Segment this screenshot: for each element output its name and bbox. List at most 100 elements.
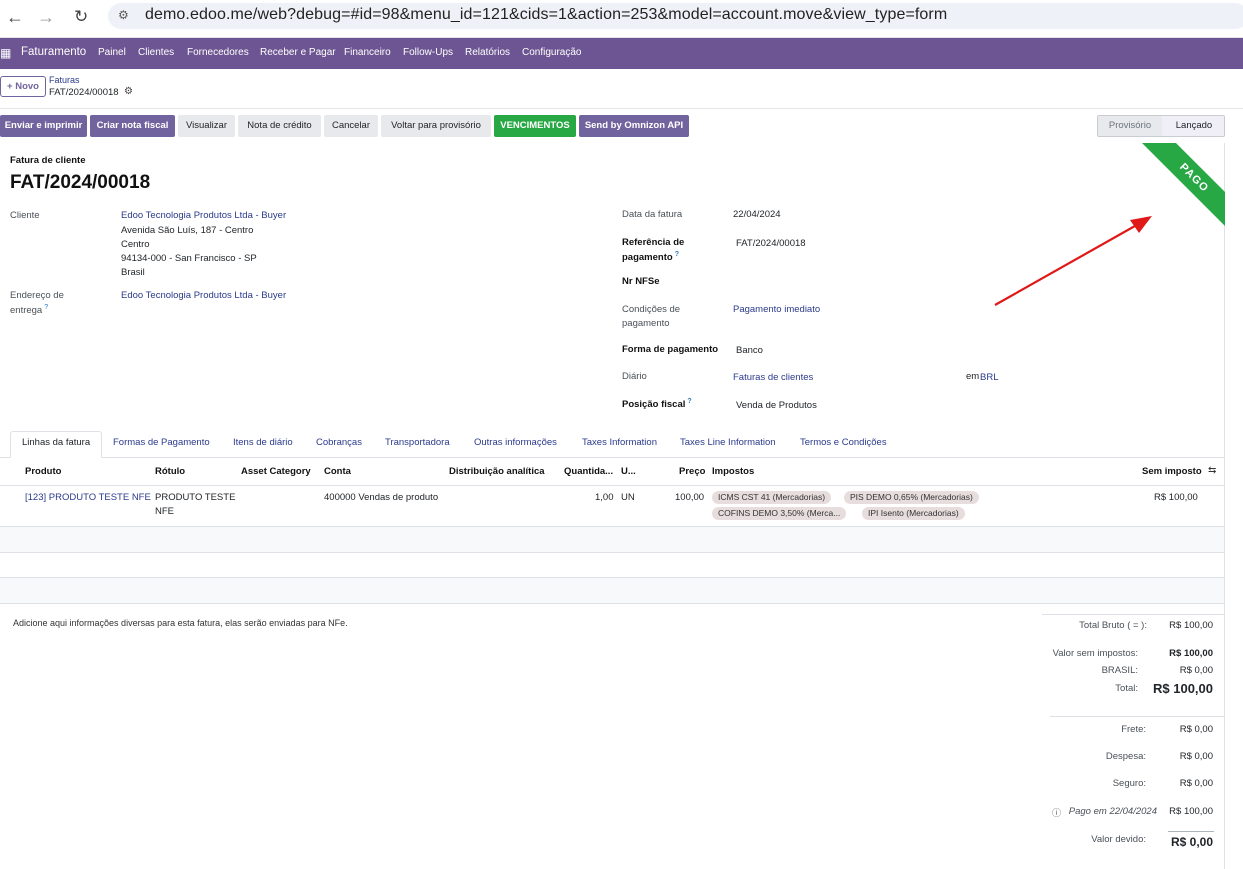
create-nf-button[interactable]: Criar nota fiscal — [90, 115, 175, 137]
address-line: Centro — [121, 239, 150, 250]
nfse-label: Nr NFSe — [622, 276, 660, 287]
col-analytic[interactable]: Distribuição analítica — [449, 466, 545, 477]
row-divider — [0, 603, 1224, 604]
col-taxes[interactable]: Impostos — [712, 466, 754, 477]
insurance-value: R$ 0,00 — [1179, 778, 1213, 789]
payment-terms-field[interactable]: Pagamento imediato — [733, 304, 820, 315]
gross-value: R$ 100,00 — [1169, 620, 1213, 631]
menu-clientes[interactable]: Clientes — [138, 47, 174, 58]
invoice-type-label: Fatura de cliente — [10, 155, 86, 166]
payment-terms-label: Condições de — [622, 304, 681, 315]
site-info-icon[interactable]: ⚙ — [118, 8, 129, 22]
due-dates-button[interactable]: VENCIMENTOS — [494, 115, 576, 137]
total-label: Total: — [1115, 683, 1138, 694]
menu-configuracao[interactable]: Configuração — [522, 47, 581, 58]
currency-field[interactable]: BRL — [980, 372, 998, 383]
omnizon-button[interactable]: Send by Omnizon API — [579, 115, 689, 137]
total-value: R$ 100,00 — [1153, 681, 1213, 696]
info-icon[interactable]: ⓘ — [1052, 806, 1061, 819]
gross-label: Total Bruto ( = ): — [1079, 620, 1147, 631]
col-label[interactable]: Rótulo — [155, 466, 185, 477]
row-subtotal: R$ 100,00 — [1154, 492, 1198, 503]
invoice-date-label: Data da fatura — [622, 209, 683, 220]
customer-field[interactable]: Edoo Tecnologia Produtos Ltda - Buyer — [121, 210, 286, 221]
expense-label: Despesa: — [1105, 751, 1146, 762]
row-product[interactable]: [123] PRODUTO TESTE NFE — [25, 492, 151, 503]
payment-ref-field[interactable]: FAT/2024/00018 — [736, 238, 806, 249]
brasil-label: BRASIL: — [1101, 665, 1138, 676]
help-icon[interactable]: ? — [675, 251, 679, 258]
help-icon[interactable]: ? — [44, 304, 48, 311]
tax-tag[interactable]: IPI Isento (Mercadorias) — [862, 507, 965, 520]
tab-termos-condicoes[interactable]: Termos e Condições — [800, 437, 887, 448]
row-label[interactable]: PRODUTO TESTE — [155, 492, 235, 503]
row-label[interactable]: NFE — [155, 506, 174, 517]
help-icon[interactable]: ? — [687, 398, 691, 405]
row-price[interactable]: 100,00 — [675, 492, 704, 503]
tab-outras-informacoes[interactable]: Outras informações — [474, 437, 557, 448]
menu-financeiro[interactable]: Financeiro — [344, 47, 391, 58]
url-text[interactable]: demo.edoo.me/web?debug=#id=98&menu_id=12… — [145, 6, 947, 24]
col-account[interactable]: Conta — [324, 466, 351, 477]
tab-transportadora[interactable]: Transportadora — [385, 437, 450, 448]
tab-taxes-information[interactable]: Taxes Information — [582, 437, 657, 448]
paid-value: R$ 100,00 — [1169, 806, 1213, 817]
app-brand[interactable]: Faturamento — [21, 46, 86, 58]
totals-divider — [1050, 716, 1224, 717]
menu-receber-pagar[interactable]: Receber e Pagar — [260, 47, 336, 58]
arrow-right-icon[interactable]: → — [37, 7, 55, 28]
invoice-date-field[interactable]: 22/04/2024 — [733, 209, 781, 220]
payment-method-label: Forma de pagamento — [622, 344, 719, 355]
col-quantity[interactable]: Quantida... — [564, 466, 613, 477]
reset-draft-button[interactable]: Voltar para provisório — [381, 115, 491, 137]
gear-icon[interactable]: ⚙ — [124, 86, 133, 97]
menu-fornecedores[interactable]: Fornecedores — [187, 47, 249, 58]
apps-menu-icon[interactable]: ▦ — [0, 46, 11, 60]
arrow-left-icon[interactable]: ← — [6, 7, 24, 28]
tab-cobrancas[interactable]: Cobranças — [316, 437, 362, 448]
col-price[interactable]: Preço — [679, 466, 705, 477]
cancel-button[interactable]: Cancelar — [324, 115, 378, 137]
tax-tag[interactable]: PIS DEMO 0,65% (Mercadorias) — [844, 491, 979, 504]
delivery-address-field[interactable]: Edoo Tecnologia Produtos Ltda - Buyer — [121, 290, 286, 301]
credit-note-button[interactable]: Nota de crédito — [238, 115, 321, 137]
freight-value: R$ 0,00 — [1179, 724, 1213, 735]
breadcrumb-current: FAT/2024/00018 — [49, 87, 119, 98]
tab-linhas-fatura[interactable]: Linhas da fatura — [22, 437, 90, 448]
journal-field[interactable]: Faturas de clientes — [733, 372, 813, 383]
tax-tag[interactable]: COFINS DEMO 3,50% (Merca... — [712, 507, 847, 520]
amount-due-value: R$ 0,00 — [1170, 835, 1213, 849]
send-print-button[interactable]: Enviar e imprimir — [0, 115, 87, 137]
browser-toolbar: ← → ↻ ⚙ demo.edoo.me/web?debug=#id=98&me… — [0, 0, 1243, 38]
payment-method-field[interactable]: Banco — [736, 345, 763, 356]
column-settings-icon[interactable]: ⇆ — [1208, 465, 1216, 476]
row-uom[interactable]: UN — [621, 492, 635, 503]
tax-tag[interactable]: ICMS CST 41 (Mercadorias) — [712, 491, 832, 504]
row-account[interactable]: 400000 Vendas de produto — [324, 492, 438, 503]
address-line: 94134-000 - San Francisco - SP — [121, 253, 257, 264]
row-quantity[interactable]: 1,00 — [595, 492, 614, 503]
col-uom[interactable]: U... — [621, 466, 636, 477]
tab-formas-pagamento[interactable]: Formas de Pagamento — [113, 437, 210, 448]
currency-prefix: em — [966, 371, 980, 382]
tab-taxes-line-information[interactable]: Taxes Line Information — [680, 437, 776, 448]
status-posted[interactable]: Lançado — [1162, 116, 1224, 136]
menu-relatorios[interactable]: Relatórios — [465, 47, 510, 58]
col-product[interactable]: Produto — [25, 466, 61, 477]
new-button[interactable]: + Novo — [0, 76, 46, 97]
totals-divider — [1042, 614, 1224, 615]
status-draft[interactable]: Provisório — [1098, 116, 1162, 136]
col-asset-category[interactable]: Asset Category — [241, 466, 311, 477]
menu-painel[interactable]: Painel — [98, 47, 126, 58]
payment-terms-label: pagamento — [622, 318, 670, 329]
breadcrumb-faturas[interactable]: Faturas — [49, 75, 80, 85]
preview-button[interactable]: Visualizar — [178, 115, 235, 137]
notes-field[interactable]: Adicione aqui informações diversas para … — [13, 618, 348, 628]
menu-follow-ups[interactable]: Follow-Ups — [403, 47, 453, 58]
col-subtotal[interactable]: Sem imposto — [1142, 466, 1202, 477]
reload-icon[interactable]: ↻ — [74, 7, 88, 27]
expense-value: R$ 0,00 — [1179, 751, 1213, 762]
tab-itens-diario[interactable]: Itens de diário — [233, 437, 293, 448]
fiscal-position-field[interactable]: Venda de Produtos — [736, 400, 817, 411]
address-line: Brasil — [121, 267, 145, 278]
